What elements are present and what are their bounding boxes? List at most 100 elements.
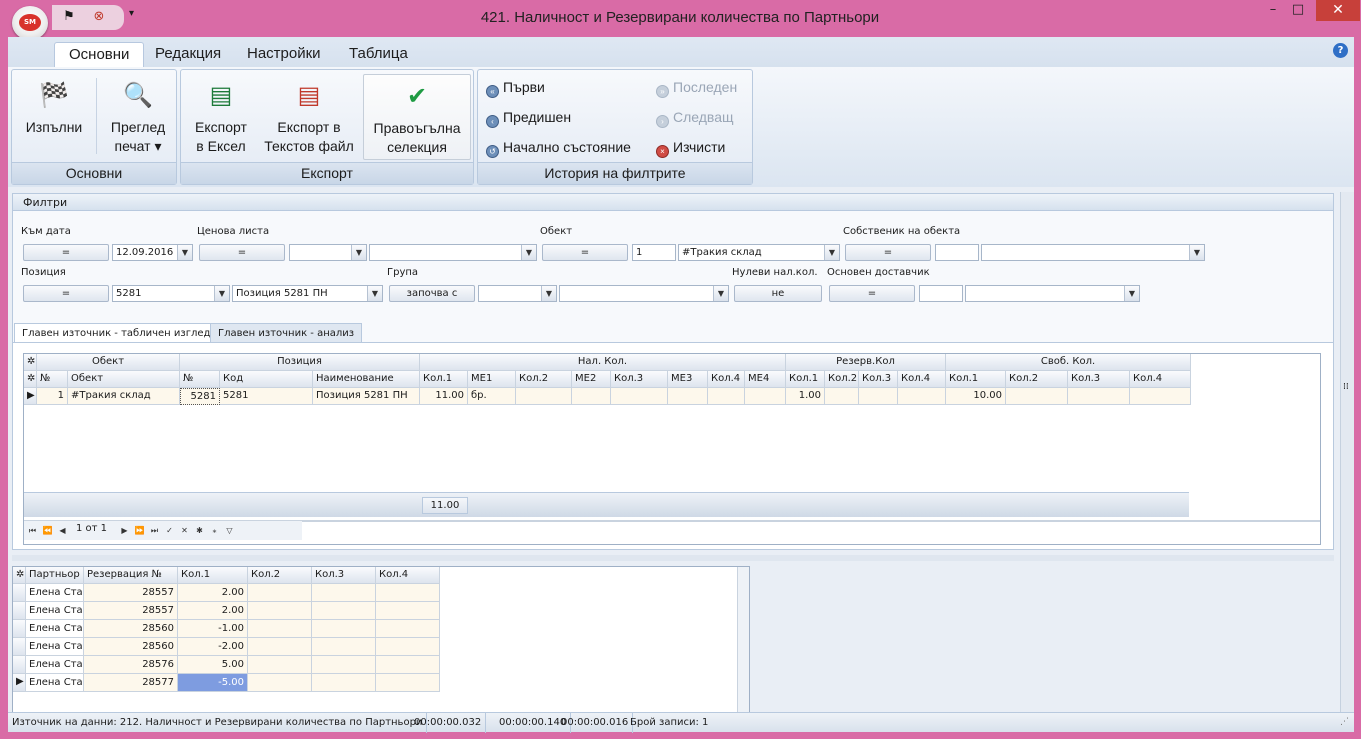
col-header-num[interactable]: № [37,371,68,388]
band-header-available[interactable]: Нал. Кол. [420,354,786,371]
col-header-free-q2[interactable]: Кол.2 [1006,371,1068,388]
table-cell-focused[interactable]: 5281 [180,388,220,405]
detail-table-cell[interactable] [312,584,376,602]
nav-append-icon[interactable]: ✱ [193,524,206,538]
table-cell[interactable] [1006,388,1068,405]
history-next-button[interactable]: › Следващ [656,106,734,128]
row-indicator-icon[interactable]: ▶ [24,388,37,405]
dropdown-arrow-icon[interactable]: ▼ [367,286,382,301]
detail-table-cell[interactable]: -5.00 [178,674,248,692]
table-cell[interactable] [516,388,572,405]
table-cell[interactable] [708,388,745,405]
row-indicator-icon[interactable] [13,638,26,656]
clear-button[interactable]: × Изчисти [656,136,725,158]
panel-splitter[interactable] [12,555,1334,561]
nav-first-icon[interactable]: ⏮ [26,524,39,538]
dropdown-arrow-icon[interactable]: ▼ [713,286,728,301]
col-header-avail-q2[interactable]: Кол.2 [516,371,572,388]
price-list-name-combo[interactable]: ▼ [369,244,537,261]
nav-asterisk-icon[interactable]: ⁎ [208,524,221,538]
tab-table[interactable]: Таблица [335,42,422,67]
detail-table-cell[interactable]: 28577 [84,674,178,692]
col-header-object[interactable]: Обект [68,371,180,388]
main-vertical-scrollbar[interactable]: ⁞⁞ [1340,192,1354,728]
detail-table-cell[interactable]: 2.00 [178,602,248,620]
detail-col-header-q2[interactable]: Кол.2 [248,567,312,584]
nav-prev-icon[interactable]: ◀ [56,524,69,538]
col-header-free-q3[interactable]: Кол.3 [1068,371,1130,388]
detail-table-cell[interactable] [248,584,312,602]
nav-apply-icon[interactable]: ✓ [163,524,176,538]
execute-button[interactable]: 🏁 Изпълни [16,74,92,160]
detail-column-chooser-icon[interactable]: ✲ [13,567,26,584]
table-cell[interactable]: 11.00 [420,388,468,405]
table-cell[interactable] [745,388,786,405]
export-text-button[interactable]: ▤ Експорт в Текстов файл [261,74,357,160]
detail-table-cell[interactable]: Елена Ставрева [26,656,84,674]
table-cell[interactable] [668,388,708,405]
col-header-free-q4[interactable]: Кол.4 [1130,371,1191,388]
help-icon[interactable]: ? [1333,43,1348,58]
band-header-object[interactable]: Обект [37,354,180,371]
detail-table-cell[interactable] [376,584,440,602]
nav-filter-icon[interactable]: ▽ [223,524,236,538]
tab-table-view[interactable]: Главен източник - табличен изглед [14,323,219,343]
app-logo-icon[interactable]: SM [12,6,48,40]
position-operator-button[interactable]: = [23,285,109,302]
history-last-button[interactable]: » Последен [656,76,737,98]
minimize-icon[interactable]: – [1262,2,1284,22]
col-header-res-q1[interactable]: Кол.1 [786,371,825,388]
dropdown-arrow-icon[interactable]: ▼ [177,245,192,260]
nav-cancel-icon[interactable]: ✕ [178,524,191,538]
row-indicator-icon[interactable] [13,620,26,638]
nav-last-icon[interactable]: ⏭ [148,524,161,538]
detail-table-cell[interactable] [376,656,440,674]
col-header-me3[interactable]: МЕ3 [668,371,708,388]
col-header-free-q1[interactable]: Кол.1 [946,371,1006,388]
detail-table-cell[interactable]: 28557 [84,584,178,602]
detail-table-cell[interactable] [248,638,312,656]
detail-col-header-q4[interactable]: Кол.4 [376,567,440,584]
supplier-name-combo[interactable]: ▼ [965,285,1140,302]
detail-table-cell[interactable]: Елена Ставрева [26,620,84,638]
price-list-operator-button[interactable]: = [199,244,285,261]
detail-table-cell[interactable]: 28560 [84,620,178,638]
detail-col-header-reservation[interactable]: Резервация № [84,567,178,584]
detail-table-cell[interactable]: 28557 [84,602,178,620]
col-header-code[interactable]: Код [220,371,313,388]
position-code-combo[interactable]: 5281 ▼ [112,285,230,302]
table-cell[interactable]: 10.00 [946,388,1006,405]
col-header-res-q4[interactable]: Кол.4 [898,371,946,388]
group-operator-button[interactable]: започва с [389,285,475,302]
detail-table-cell[interactable] [312,656,376,674]
detail-table-cell[interactable] [312,602,376,620]
detail-table-cell[interactable]: Елена Ставрева [26,638,84,656]
tab-edit[interactable]: Редакция [141,42,235,67]
detail-col-header-q3[interactable]: Кол.3 [312,567,376,584]
row-indicator-icon[interactable] [13,602,26,620]
supplier-code-input[interactable] [919,285,963,302]
col-header-me1[interactable]: МЕ1 [468,371,516,388]
price-list-code-combo[interactable]: ▼ [289,244,367,261]
group-code-combo[interactable]: ▼ [478,285,557,302]
close-icon[interactable]: ✕ [1316,0,1360,21]
initial-state-button[interactable]: ↺ Начално състояние [486,136,631,158]
dropdown-arrow-icon[interactable]: ▼ [521,245,536,260]
col-header-res-q2[interactable]: Кол.2 [825,371,859,388]
row-indicator-icon[interactable] [13,584,26,602]
table-cell[interactable]: 1 [37,388,68,405]
dropdown-arrow-icon[interactable]: ▼ [214,286,229,301]
export-excel-button[interactable]: ▤ Експорт в Ексел [185,74,257,160]
nav-prev-page-icon[interactable]: ⏪ [41,524,54,538]
history-previous-button[interactable]: ‹ Предишен [486,106,571,128]
detail-table-cell[interactable]: 5.00 [178,656,248,674]
tab-analysis[interactable]: Главен източник - анализ [210,323,363,343]
table-cell[interactable] [1068,388,1130,405]
col-header-avail-q3[interactable]: Кол.3 [611,371,668,388]
to-date-operator-button[interactable]: = [23,244,109,261]
detail-table-cell[interactable] [248,620,312,638]
detail-table-cell[interactable] [376,620,440,638]
object-code-input[interactable]: 1 [632,244,676,261]
dropdown-arrow-icon[interactable]: ▼ [1189,245,1204,260]
customize-toolbar-icon[interactable]: ▾ [129,8,134,19]
